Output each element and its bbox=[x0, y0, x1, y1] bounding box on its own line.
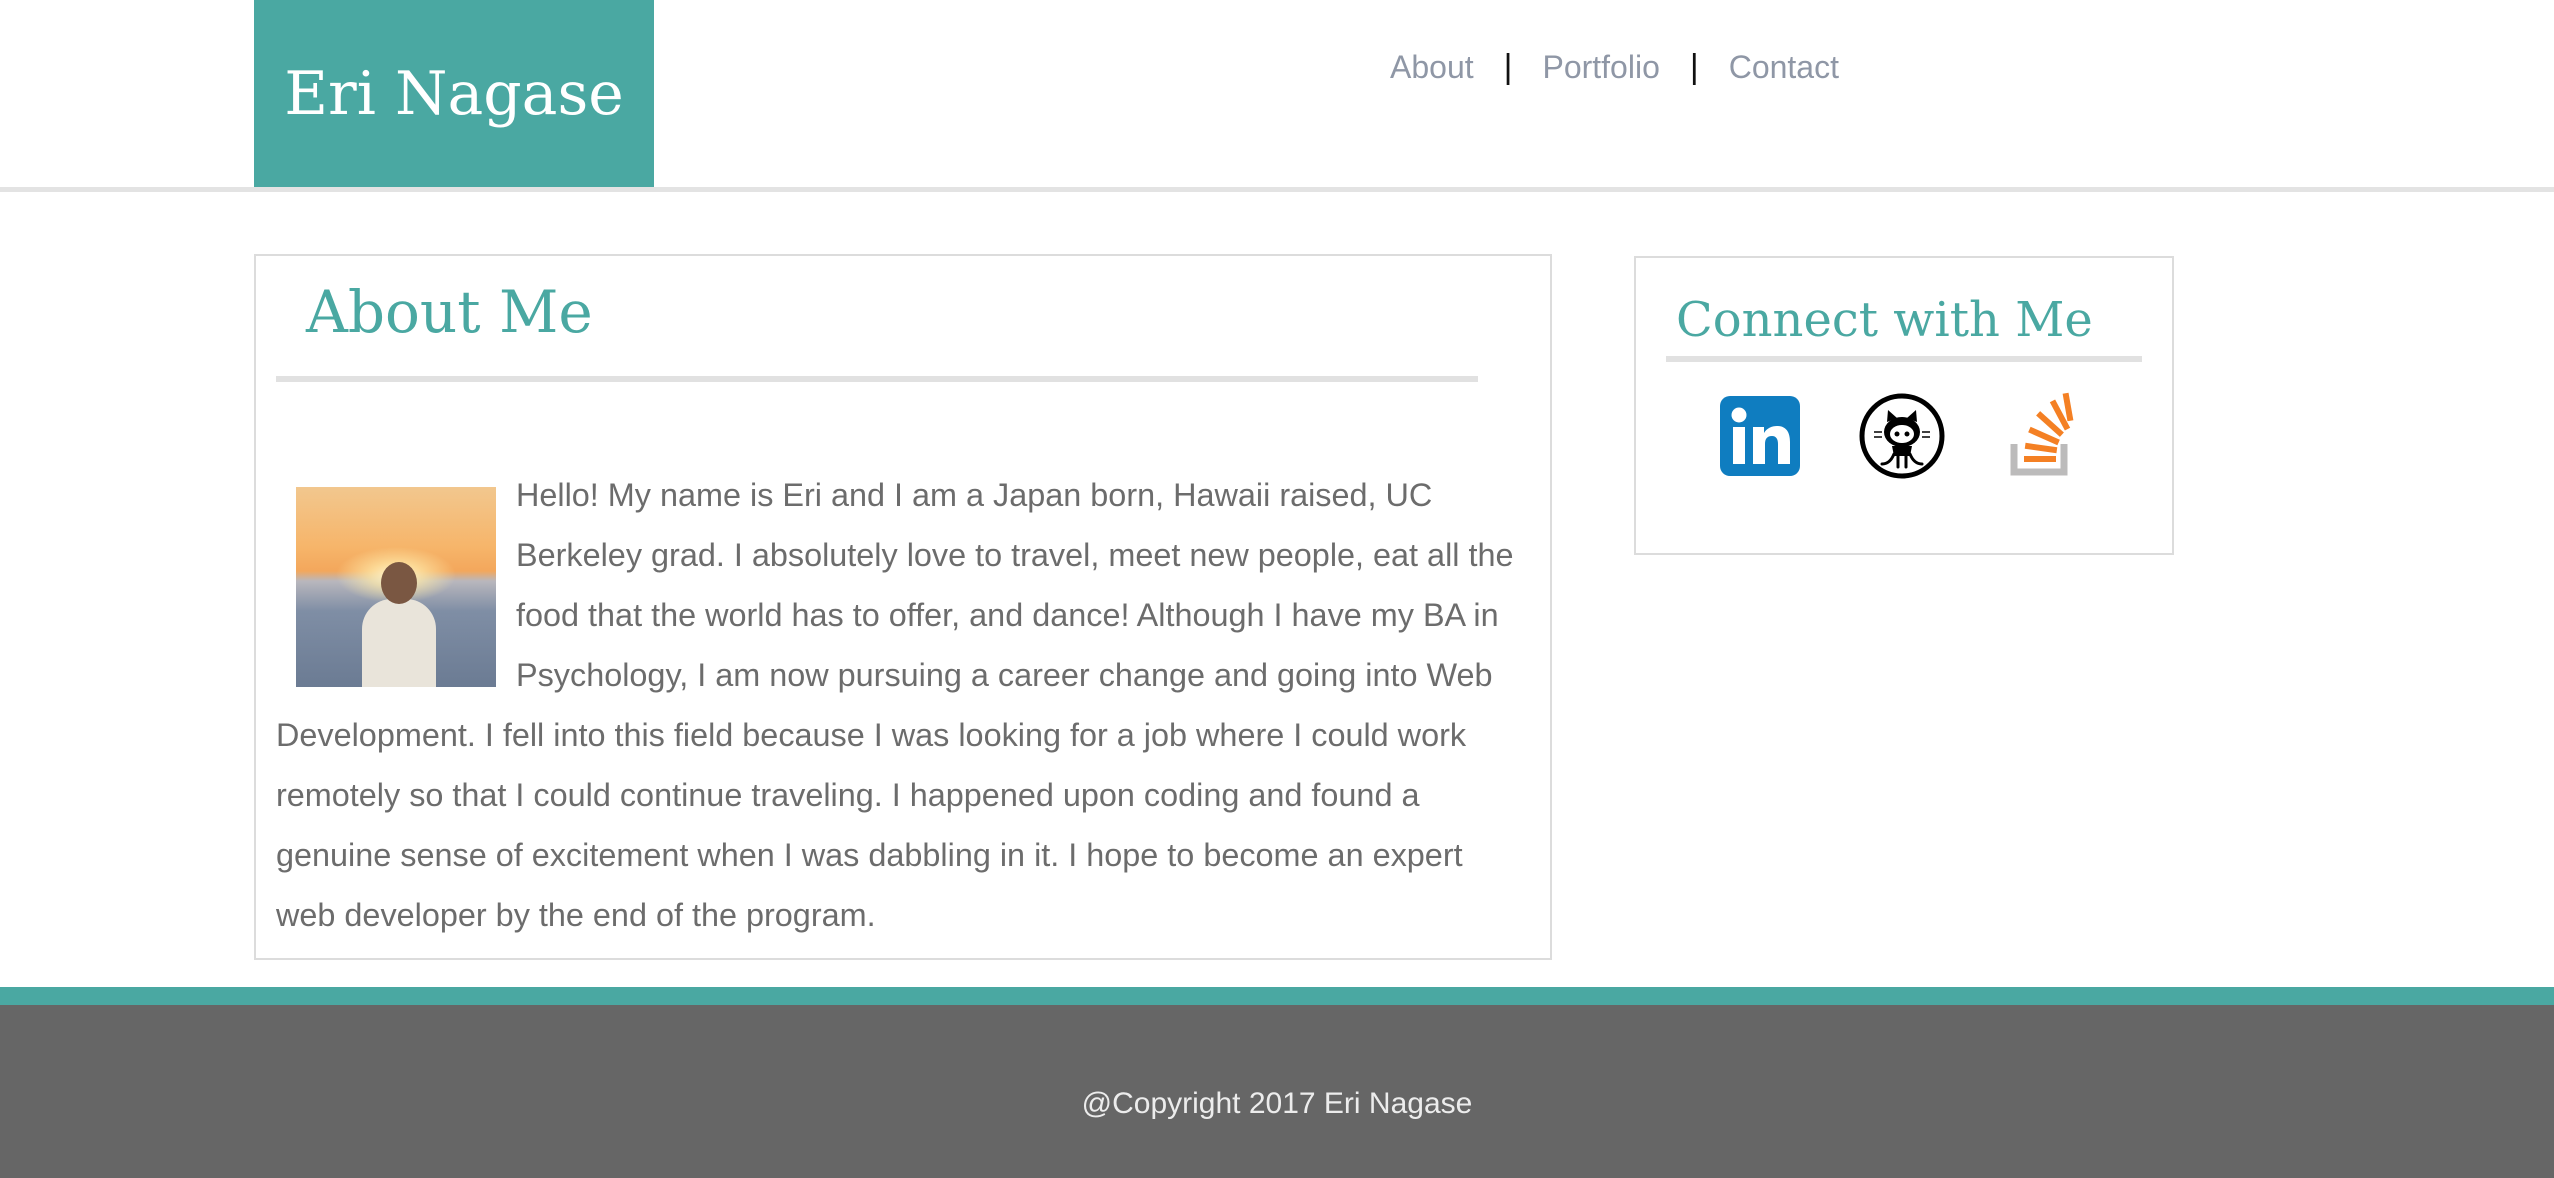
nav-separator: | bbox=[1689, 48, 1699, 86]
nav-link-about[interactable]: About bbox=[1390, 49, 1474, 86]
copyright-text: @Copyright 2017 Eri Nagase bbox=[1081, 1087, 1473, 1120]
about-section: About Me Hello! My name is Eri and I am … bbox=[254, 254, 1552, 960]
nav-link-portfolio[interactable]: Portfolio bbox=[1542, 49, 1659, 86]
site-header: Eri Nagase About | Portfolio | Contact bbox=[0, 0, 2554, 187]
about-title: About Me bbox=[306, 278, 593, 346]
profile-photo bbox=[296, 487, 496, 687]
brand-logo-link[interactable]: Eri Nagase bbox=[254, 0, 654, 187]
header-divider bbox=[0, 187, 2554, 192]
main-nav: About | Portfolio | Contact bbox=[1390, 48, 1839, 87]
nav-link-contact[interactable]: Contact bbox=[1729, 49, 1839, 86]
footer-accent-bar bbox=[0, 987, 2554, 1005]
connect-title: Connect with Me bbox=[1676, 292, 2093, 348]
connect-section: Connect with Me bbox=[1634, 256, 2174, 555]
about-text-block: Hello! My name is Eri and I am a Japan b… bbox=[276, 465, 1530, 945]
site-footer: @Copyright 2017 Eri Nagase bbox=[0, 1005, 2554, 1178]
about-title-divider bbox=[276, 376, 1478, 382]
github-icon[interactable] bbox=[1858, 392, 1946, 480]
nav-separator: | bbox=[1503, 48, 1513, 86]
stackoverflow-icon[interactable] bbox=[2010, 392, 2074, 476]
connect-title-divider bbox=[1666, 356, 2142, 362]
linkedin-icon[interactable] bbox=[1720, 396, 1800, 476]
